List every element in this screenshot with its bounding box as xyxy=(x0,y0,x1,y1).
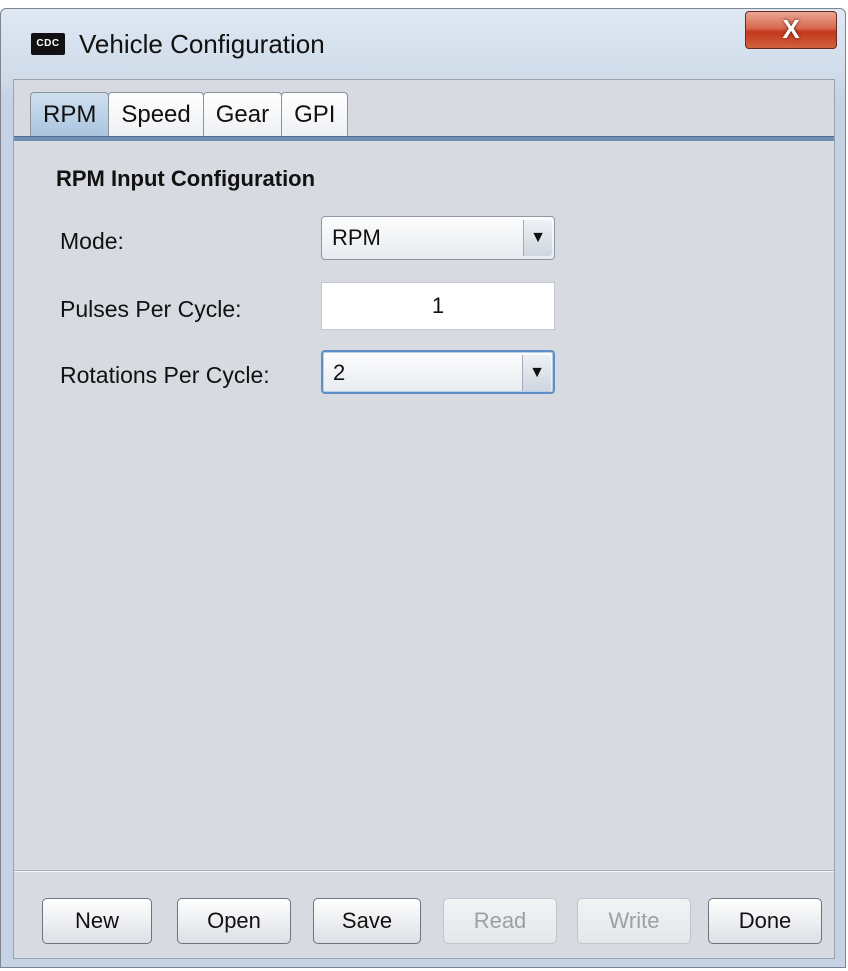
vehicle-configuration-window: CDC Vehicle Configuration X RPM Speed Ge… xyxy=(0,8,846,968)
rotations-per-cycle-value: 2 xyxy=(333,360,346,385)
read-button[interactable]: Read xyxy=(443,898,557,944)
close-icon: X xyxy=(782,14,800,44)
mode-value: RPM xyxy=(332,225,381,250)
new-button[interactable]: New xyxy=(42,898,152,944)
window-title: Vehicle Configuration xyxy=(79,29,325,59)
client-area: RPM Speed Gear GPI RPM Input Configurati… xyxy=(13,79,835,959)
pulses-per-cycle-input[interactable] xyxy=(321,282,555,330)
rotations-per-cycle-dropdown[interactable]: 2 ▼ xyxy=(321,350,555,394)
chevron-down-icon[interactable]: ▼ xyxy=(523,220,552,256)
app-logo-icon: CDC xyxy=(31,33,65,55)
section-title: RPM Input Configuration xyxy=(56,166,316,191)
title-bar[interactable]: CDC Vehicle Configuration X xyxy=(1,9,845,79)
mode-dropdown[interactable]: RPM ▼ xyxy=(321,216,555,260)
tab-gear[interactable]: Gear xyxy=(202,92,283,136)
tab-strip: RPM Speed Gear GPI xyxy=(30,92,349,138)
mode-label: Mode: xyxy=(60,228,124,254)
button-bar-separator xyxy=(14,870,834,872)
write-button[interactable]: Write xyxy=(577,898,691,944)
close-button[interactable]: X xyxy=(745,11,837,49)
pulses-per-cycle-label: Pulses Per Cycle: xyxy=(60,296,242,322)
open-button[interactable]: Open xyxy=(177,898,291,944)
rotations-per-cycle-label: Rotations Per Cycle: xyxy=(60,362,270,388)
tab-gpi[interactable]: GPI xyxy=(281,92,349,136)
tab-rpm[interactable]: RPM xyxy=(30,92,110,138)
tab-speed[interactable]: Speed xyxy=(108,92,204,136)
done-button[interactable]: Done xyxy=(708,898,822,944)
save-button[interactable]: Save xyxy=(313,898,421,944)
chevron-down-icon[interactable]: ▼ xyxy=(522,355,551,391)
tab-underline xyxy=(14,136,834,141)
